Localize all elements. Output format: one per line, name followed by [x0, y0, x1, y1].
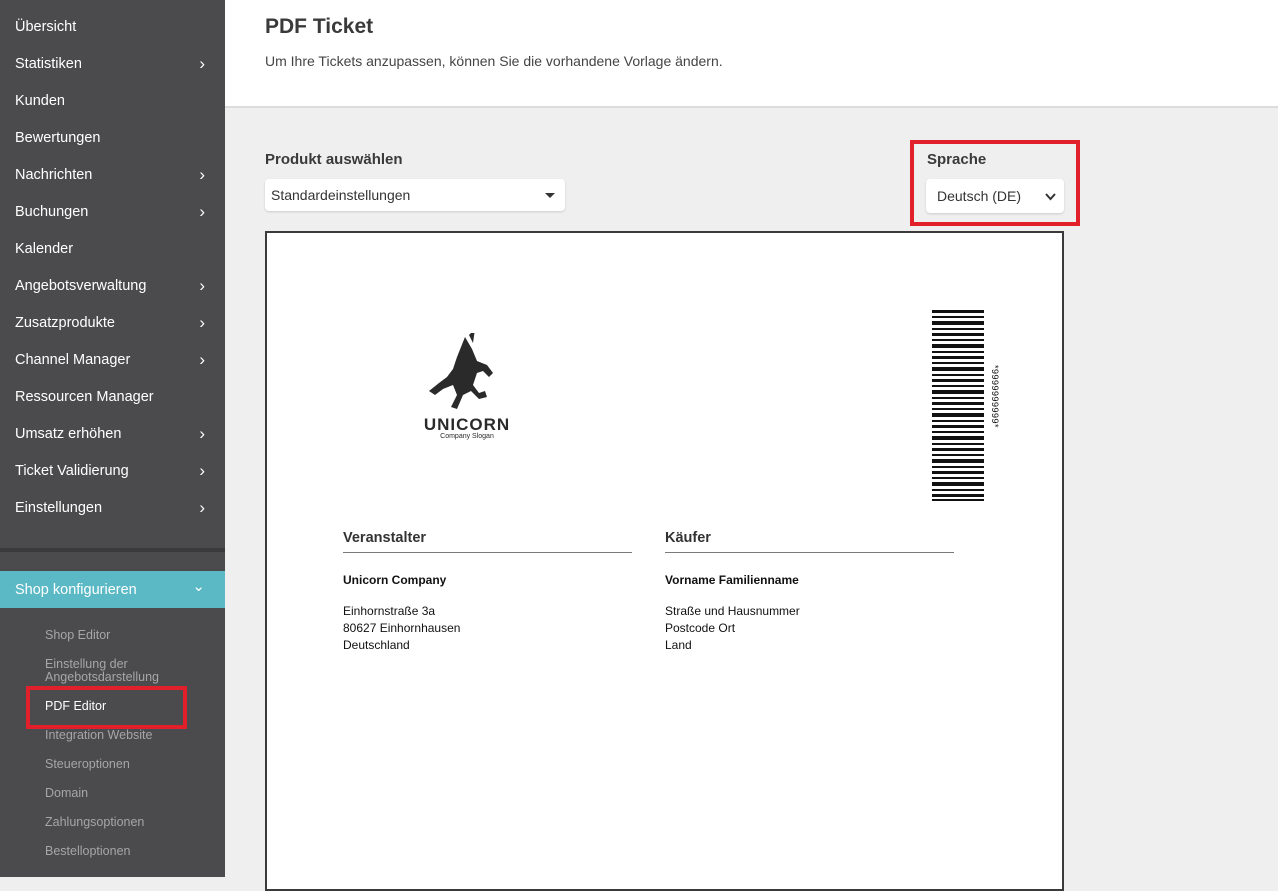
- page-subtitle: Um Ihre Tickets anzupassen, können Sie d…: [265, 53, 723, 69]
- sidebar-item-einstellungen[interactable]: Einstellungen ›: [0, 489, 225, 526]
- submenu-item-bestelloptionen[interactable]: Bestelloptionen: [45, 845, 215, 858]
- ticket-preview: UNICORN Company Slogan *9999999999* Vera…: [265, 231, 1064, 891]
- caret-down-icon: [545, 193, 555, 198]
- submenu-item-integration-website[interactable]: Integration Website: [45, 729, 215, 742]
- unicorn-logo-icon: UNICORN Company Slogan: [417, 329, 517, 443]
- sidebar-item-label: Ressourcen Manager: [15, 388, 154, 405]
- logo-slogan: Company Slogan: [440, 433, 494, 440]
- sidebar-item-statistiken[interactable]: Statistiken ›: [0, 45, 225, 82]
- sidebar-item-channel-manager[interactable]: Channel Manager ›: [0, 341, 225, 378]
- sidebar-item-buchungen[interactable]: Buchungen ›: [0, 193, 225, 230]
- language-select-label: Sprache: [927, 151, 987, 168]
- sidebar-item-label: Channel Manager: [15, 351, 131, 368]
- sidebar-item-kalender[interactable]: Kalender: [0, 230, 225, 267]
- organizer-heading: Veranstalter: [343, 530, 427, 546]
- chevron-right-icon: ›: [199, 461, 205, 480]
- sidebar-item-ressourcen-manager[interactable]: Ressourcen Manager: [0, 378, 225, 415]
- buyer-address-line: Straße und Hausnummer: [665, 604, 800, 618]
- chevron-down-icon: ⌄: [192, 578, 205, 595]
- sidebar-item-label: Buchungen: [15, 203, 89, 220]
- sidebar-item-uebersicht[interactable]: Übersicht: [0, 8, 225, 45]
- language-select[interactable]: Deutsch (DE): [926, 179, 1064, 213]
- barcode-icon: [932, 310, 984, 501]
- submenu-item-shop-editor[interactable]: Shop Editor: [45, 629, 215, 642]
- sidebar-item-label: Shop konfigurieren: [15, 581, 137, 598]
- language-select-value: Deutsch (DE): [937, 188, 1022, 204]
- submenu-item-zahlungsoptionen[interactable]: Zahlungsoptionen: [45, 816, 215, 829]
- logo-name: UNICORN: [423, 415, 511, 434]
- chevron-right-icon: ›: [199, 424, 205, 443]
- chevron-right-icon: ›: [199, 498, 205, 517]
- sidebar-divider: [0, 548, 225, 552]
- submenu-item-steueroptionen[interactable]: Steueroptionen: [45, 758, 215, 771]
- chevron-right-icon: ›: [199, 276, 205, 295]
- chevron-right-icon: ›: [199, 54, 205, 73]
- sidebar-item-shop-konfigurieren[interactable]: Shop konfigurieren ⌄: [0, 571, 225, 608]
- page-header: PDF Ticket Um Ihre Tickets anzupassen, k…: [225, 0, 1278, 108]
- sidebar-item-label: Kunden: [15, 92, 65, 109]
- sidebar-item-label: Umsatz erhöhen: [15, 425, 122, 442]
- organizer-address-line: Einhornstraße 3a: [343, 604, 436, 618]
- buyer-divider: [665, 552, 954, 553]
- organizer-address-line: Deutschland: [343, 638, 410, 652]
- page-title: PDF Ticket: [265, 15, 374, 38]
- sidebar-item-bewertungen[interactable]: Bewertungen: [0, 119, 225, 156]
- chevron-right-icon: ›: [199, 350, 205, 369]
- submenu-item-angebotsdarstellung[interactable]: Einstellung der Angebotsdarstellung: [45, 658, 215, 684]
- buyer-heading: Käufer: [665, 530, 711, 546]
- chevron-down-icon: [1045, 189, 1056, 204]
- organizer-address-line: 80627 Einhornhausen: [343, 621, 461, 635]
- submenu-item-pdf-editor[interactable]: PDF Editor: [45, 700, 215, 713]
- sidebar-item-label: Bewertungen: [15, 129, 101, 146]
- sidebar-item-label: Übersicht: [15, 18, 77, 35]
- organizer-divider: [343, 552, 632, 553]
- sidebar-item-label: Statistiken: [15, 55, 82, 72]
- chevron-right-icon: ›: [199, 313, 205, 332]
- sidebar-item-ticket-validierung[interactable]: Ticket Validierung ›: [0, 452, 225, 489]
- product-select-label: Produkt auswählen: [265, 151, 403, 168]
- sidebar-item-label: Zusatzprodukte: [15, 314, 115, 331]
- sidebar: Übersicht Statistiken › Kunden Bewertung…: [0, 0, 225, 877]
- sidebar-item-nachrichten[interactable]: Nachrichten ›: [0, 156, 225, 193]
- sidebar-item-label: Kalender: [15, 240, 74, 257]
- sidebar-item-zusatzprodukte[interactable]: Zusatzprodukte ›: [0, 304, 225, 341]
- chevron-right-icon: ›: [199, 165, 205, 184]
- sidebar-item-label: Einstellungen: [15, 499, 103, 516]
- buyer-address-line: Land: [665, 638, 692, 652]
- submenu-item-domain[interactable]: Domain: [45, 787, 215, 800]
- product-select-value: Standardeinstellungen: [271, 187, 411, 203]
- sidebar-item-angebotsverwaltung[interactable]: Angebotsverwaltung ›: [0, 267, 225, 304]
- sidebar-item-label: Ticket Validierung: [15, 462, 129, 479]
- barcode-number: *9999999999*: [990, 365, 1000, 429]
- organizer-name: Unicorn Company: [343, 573, 447, 587]
- sidebar-item-kunden[interactable]: Kunden: [0, 82, 225, 119]
- sidebar-item-label: Angebotsverwaltung: [15, 277, 147, 294]
- buyer-address-line: Postcode Ort: [665, 621, 736, 635]
- sidebar-item-umsatz-erhoehen[interactable]: Umsatz erhöhen ›: [0, 415, 225, 452]
- product-select[interactable]: Standardeinstellungen: [265, 179, 565, 211]
- buyer-name: Vorname Familienname: [665, 573, 799, 587]
- chevron-right-icon: ›: [199, 202, 205, 221]
- sidebar-item-label: Nachrichten: [15, 166, 93, 183]
